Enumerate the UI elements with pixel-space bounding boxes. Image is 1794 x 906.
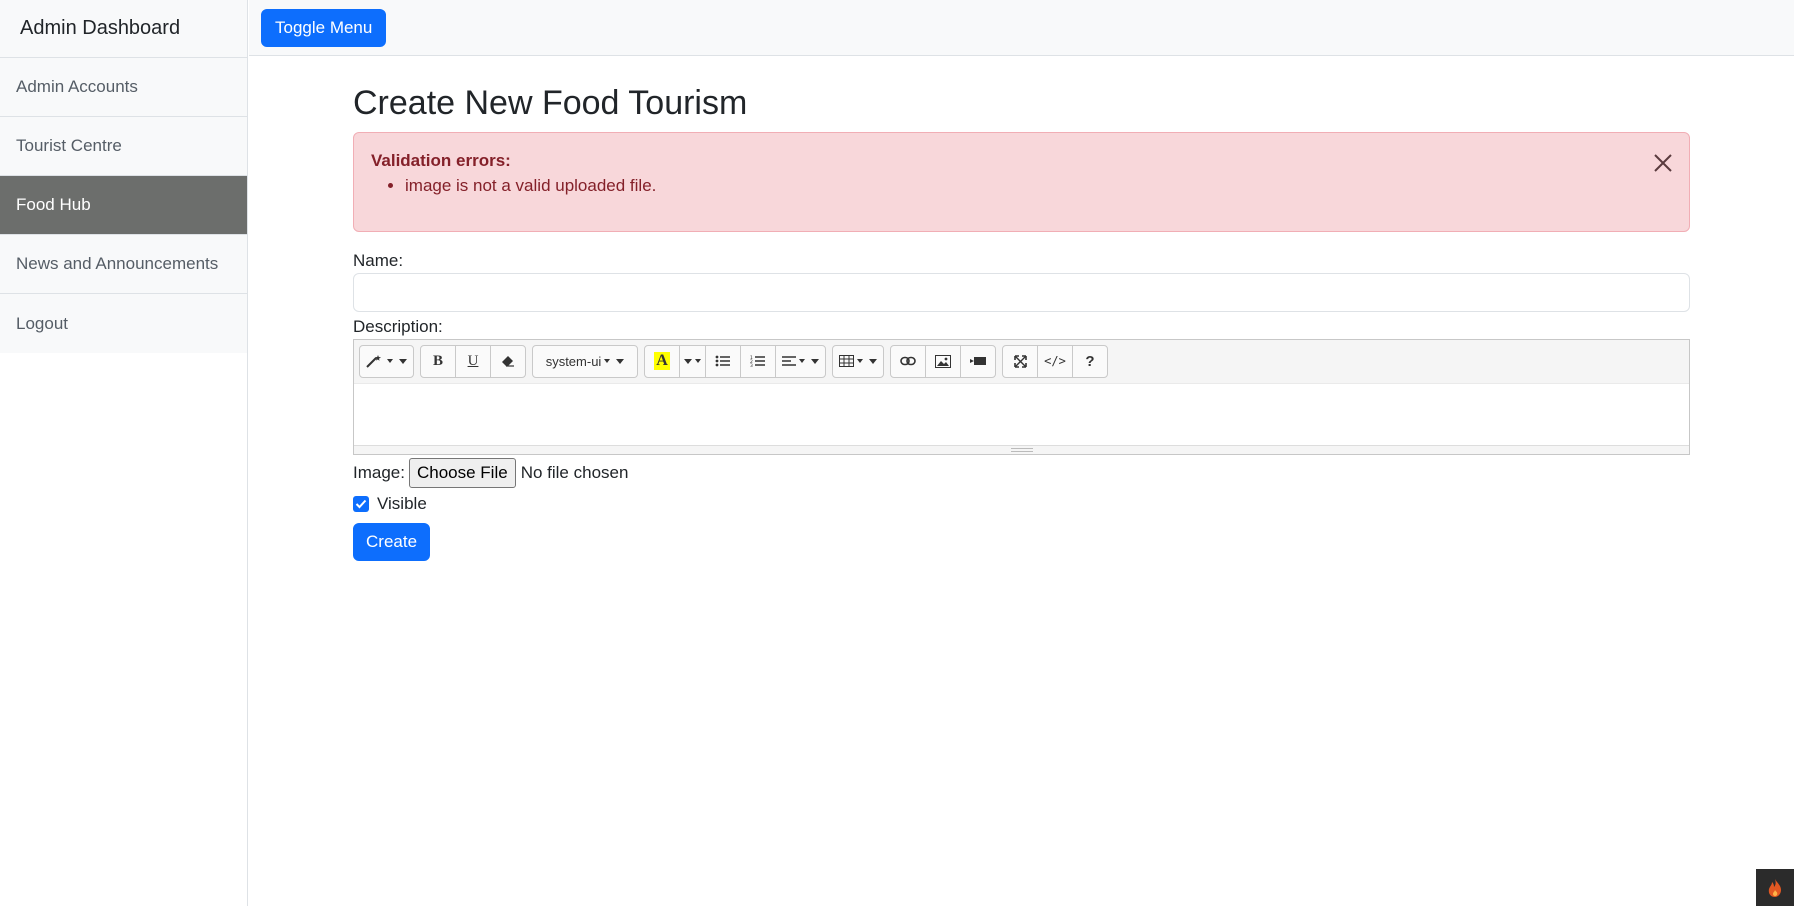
underline-icon[interactable]: U: [455, 344, 491, 378]
choose-file-button[interactable]: Choose File: [408, 457, 516, 488]
sidebar: Admin Dashboard Admin Accounts Tourist C…: [0, 0, 248, 906]
highlight-color-icon[interactable]: A: [644, 344, 680, 378]
error-item: image is not a valid uploaded file.: [405, 176, 1672, 196]
font-name-label: system-ui: [545, 353, 602, 369]
ordered-list-icon[interactable]: 123: [740, 344, 776, 378]
table-icon[interactable]: [832, 344, 884, 378]
sidebar-item-food-hub[interactable]: Food Hub: [0, 176, 247, 235]
create-button[interactable]: Create: [353, 522, 431, 561]
sidebar-heading: Admin Dashboard: [0, 0, 247, 58]
visible-field: Visible: [353, 491, 1690, 517]
main-content: Create New Food Tourism Validation error…: [353, 56, 1690, 561]
name-label: Name:: [353, 250, 404, 270]
link-icon[interactable]: [890, 344, 926, 378]
style-magic-icon[interactable]: [359, 344, 414, 378]
bold-icon[interactable]: B: [420, 344, 456, 378]
validation-alert: Validation errors: image is not a valid …: [353, 131, 1690, 232]
editor-content-area[interactable]: [354, 382, 1689, 445]
rich-text-editor: B U system-ui A 1 2 3 </> ?: [353, 338, 1690, 455]
image-icon[interactable]: [925, 344, 961, 378]
flame-icon[interactable]: [1756, 869, 1794, 906]
paragraph-align-icon[interactable]: [775, 344, 826, 378]
eraser-icon[interactable]: [490, 344, 526, 378]
error-list: image is not a valid uploaded file.: [371, 176, 1672, 196]
image-field: Image: Choose File No file chosen: [353, 457, 1690, 488]
sidebar-item-tourist-centre[interactable]: Tourist Centre: [0, 117, 247, 176]
visible-checkbox[interactable]: [353, 495, 369, 512]
font-family-dropdown[interactable]: system-ui: [532, 344, 638, 378]
editor-toolbar: B U system-ui A 1 2 3 </> ?: [354, 339, 1689, 383]
file-status-text: No file chosen: [520, 462, 629, 482]
image-label: Image:: [353, 462, 405, 482]
description-label: Description:: [353, 316, 443, 336]
top-navbar: Toggle Menu: [249, 0, 1794, 56]
alert-title: Validation errors:: [371, 150, 511, 170]
sidebar-item-news-and-announcements[interactable]: News and Announcements: [0, 235, 247, 294]
visible-label: Visible: [377, 493, 427, 513]
name-input[interactable]: [353, 272, 1690, 312]
checkmark-icon: [355, 499, 367, 509]
close-icon[interactable]: [1647, 147, 1679, 179]
toggle-menu-button[interactable]: Toggle Menu: [261, 9, 387, 47]
sidebar-item-admin-accounts[interactable]: Admin Accounts: [0, 58, 247, 117]
page-title: Create New Food Tourism: [353, 84, 748, 122]
svg-text:3: 3: [750, 363, 753, 367]
editor-resize-handle[interactable]: [354, 444, 1689, 454]
help-icon[interactable]: ?: [1072, 344, 1108, 378]
code-view-icon[interactable]: </>: [1037, 344, 1073, 378]
video-icon[interactable]: [960, 344, 996, 378]
sidebar-item-logout[interactable]: Logout: [0, 294, 247, 353]
color-dropdown-button[interactable]: [679, 344, 706, 378]
unordered-list-icon[interactable]: [705, 344, 741, 378]
fullscreen-icon[interactable]: [1002, 344, 1038, 378]
